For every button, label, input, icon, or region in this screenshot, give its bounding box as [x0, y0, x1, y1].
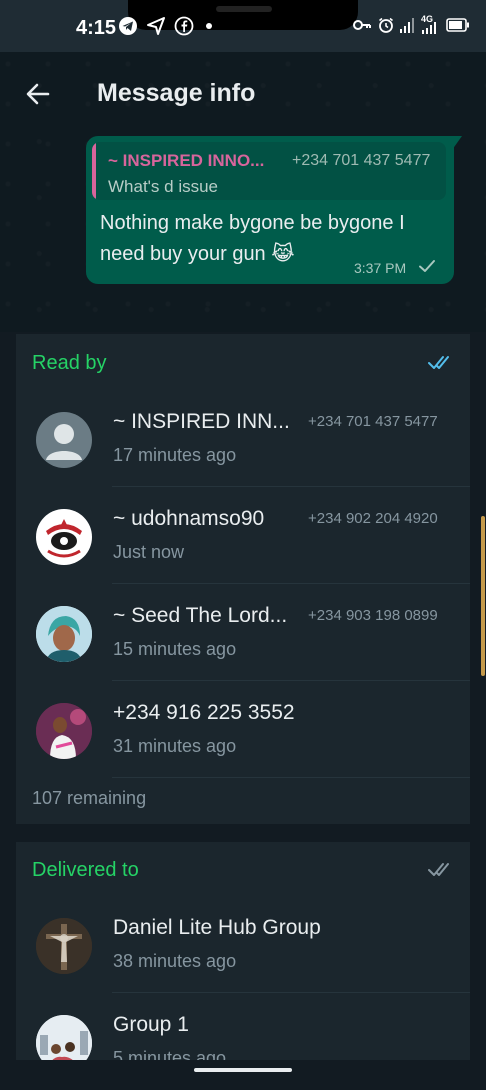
- back-button[interactable]: [22, 78, 54, 110]
- contact-name: ~ INSPIRED INN...: [113, 410, 290, 433]
- contact-phone: +234 903 198 0899: [308, 607, 438, 624]
- read-by-row[interactable]: ~ udohnamso90 +234 902 204 4920 Just now: [16, 487, 470, 584]
- read-by-row[interactable]: ~ Seed The Lord... +234 903 198 0899 15 …: [16, 584, 470, 681]
- single-check-icon: [419, 260, 435, 272]
- status-left-icons: [118, 16, 212, 36]
- read-time: 15 minutes ago: [113, 639, 237, 659]
- crucifix-avatar: [36, 918, 92, 974]
- speaker-grille: [216, 6, 272, 12]
- photo-avatar: [36, 606, 92, 662]
- quoted-text: What's d issue: [108, 177, 219, 196]
- scrollbar-thumb[interactable]: [481, 516, 485, 676]
- signal-4g-icon: 4G: [420, 14, 440, 34]
- read-by-title: Read by: [32, 352, 107, 374]
- dot-icon: [206, 23, 212, 29]
- logo-avatar: [36, 509, 92, 565]
- facebook-icon: [174, 16, 194, 36]
- quoted-message[interactable]: ~ INSPIRED INNO... +234 701 437 5477 Wha…: [92, 142, 446, 200]
- delivered-time: 38 minutes ago: [113, 951, 237, 971]
- default-avatar: [36, 412, 92, 468]
- message-time: 3:37 PM: [354, 260, 407, 276]
- contact-name: ~ udohnamso90: [113, 507, 265, 530]
- double-check-gray-icon: [428, 863, 449, 876]
- chat-header-area: Message info ~ INSPIRED INNO... +234 701…: [0, 52, 486, 332]
- key-icon: [353, 20, 371, 30]
- read-by-section: Read by ~ INSPIRED INN... +234 701 437 5…: [16, 334, 470, 824]
- battery-icon: [446, 18, 469, 32]
- contact-phone: +234 701 437 5477: [308, 413, 438, 430]
- status-bar: 4:15 4G: [0, 0, 486, 52]
- read-by-row[interactable]: ~ INSPIRED INN... +234 701 437 5477 17 m…: [16, 390, 470, 487]
- bubble-tail: [446, 136, 462, 150]
- quoted-sender-phone: +234 701 437 5477: [292, 152, 431, 169]
- delivered-row[interactable]: Daniel Lite Hub Group 38 minutes ago: [16, 896, 470, 993]
- read-time: 31 minutes ago: [113, 736, 237, 756]
- page-title: Message info: [97, 79, 256, 107]
- read-by-row[interactable]: +234 916 225 3552 31 minutes ago: [16, 681, 470, 778]
- alarm-icon: [379, 17, 393, 33]
- home-indicator[interactable]: [194, 1068, 292, 1072]
- delivered-to-section: Delivered to Daniel Lite Hub Group 38 mi…: [16, 842, 470, 1071]
- remaining-count[interactable]: 107 remaining: [32, 788, 146, 809]
- status-right-icons: 4G: [352, 14, 470, 34]
- read-time: Just now: [113, 542, 185, 562]
- message-bubble[interactable]: ~ INSPIRED INNO... +234 701 437 5477 Wha…: [86, 136, 454, 284]
- signal-icon: [400, 18, 414, 33]
- telegram-icon: [119, 17, 137, 35]
- double-check-blue-icon: [428, 356, 449, 369]
- read-time: 17 minutes ago: [113, 445, 237, 465]
- contact-name: Group 1: [113, 1013, 189, 1036]
- arrow-left-icon: [26, 83, 50, 105]
- send-icon: [147, 17, 165, 35]
- quote-accent-bar: [92, 142, 96, 200]
- contact-name: +234 916 225 3552: [113, 701, 295, 724]
- divider: [112, 777, 470, 778]
- contact-phone: +234 902 204 4920: [308, 510, 438, 527]
- delivered-to-title: Delivered to: [32, 859, 139, 881]
- status-time: 4:15: [76, 17, 117, 39]
- photo-avatar: [36, 703, 92, 759]
- contact-name: Daniel Lite Hub Group: [113, 916, 321, 939]
- quoted-sender-name: ~ INSPIRED INNO...: [108, 151, 265, 170]
- contact-name: ~ Seed The Lord...: [113, 604, 288, 627]
